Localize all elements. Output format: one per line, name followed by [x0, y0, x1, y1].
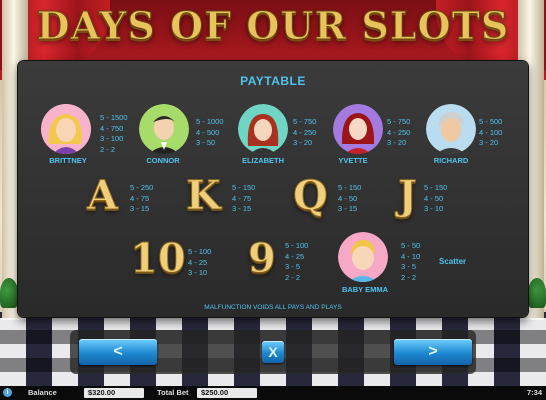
pay-line: 3 - 10 — [424, 204, 444, 213]
pay-line: 4 - 50 — [338, 193, 358, 203]
pay-line: 3 - 50 — [196, 138, 216, 147]
paytable-title: PAYTABLE — [240, 74, 306, 88]
pay-line: 4 - 10 — [401, 251, 421, 261]
balance-value: $320.00 — [84, 388, 144, 398]
k-pays: 5 - 150 4 - 75 3 - 15 — [232, 183, 255, 215]
pay-line: 3 - 100 — [100, 134, 124, 143]
pay-line: 3 - 5 — [285, 262, 301, 271]
status-bar: i Balance $320.00 Total Bet $250.00 7:34 — [0, 386, 546, 400]
pay-line: 4 - 25 — [188, 257, 208, 267]
yvette-pays: 5 - 750 4 - 250 3 - 20 — [387, 117, 410, 149]
pay-line: 5 - 100 — [285, 241, 309, 250]
pay-line: 3 - 5 — [401, 262, 417, 271]
brittney-name: BRITTNEY — [49, 156, 87, 165]
pay-line: 5 - 500 — [479, 117, 503, 126]
close-paytable-button[interactable]: X — [262, 341, 284, 363]
symbol-k: K — [186, 172, 222, 219]
baby-emma-name: BABY EMMA — [341, 285, 389, 294]
pay-line: 5 - 150 — [232, 183, 256, 192]
symbol-9: 9 — [248, 235, 277, 282]
yvette-name: YVETTE — [338, 156, 368, 165]
pay-line: 3 - 20 — [387, 138, 407, 147]
scatter-label: Scatter — [439, 257, 467, 266]
symbol-j: J — [398, 172, 418, 219]
pay-line: 2 - 2 — [100, 144, 116, 154]
next-page-button[interactable]: > — [394, 339, 472, 365]
elizabeth-pays: 5 - 750 4 - 250 3 - 20 — [293, 117, 316, 149]
symbol-q: Q — [293, 172, 329, 219]
a-pays: 5 - 250 4 - 75 3 - 15 — [130, 183, 153, 215]
symbol-a: A — [86, 172, 119, 219]
pay-line: 5 - 1500 — [100, 113, 128, 122]
game-logo-text: DAYS OF OUR SLOTS — [36, 3, 510, 49]
yvette-portrait — [333, 104, 383, 154]
brittney-pays: 5 - 1500 4 - 750 3 - 100 2 - 2 — [100, 113, 128, 155]
9-pays: 5 - 100 4 - 25 3 - 5 2 - 2 — [285, 241, 308, 283]
pay-line: 5 - 250 — [130, 183, 154, 192]
pay-line: 5 - 150 — [338, 183, 362, 192]
baby-emma-portrait — [338, 232, 388, 282]
pay-line: 4 - 250 — [387, 127, 411, 137]
pay-line: 3 - 15 — [338, 204, 358, 213]
baby-emma-pays: 5 - 50 4 - 10 3 - 5 2 - 2 — [401, 241, 420, 283]
pay-line: 5 - 750 — [387, 117, 411, 126]
pay-line: 4 - 100 — [479, 127, 503, 137]
pay-line: 5 - 100 — [188, 247, 212, 256]
pay-line: 4 - 750 — [100, 123, 124, 133]
q-pays: 5 - 150 4 - 50 3 - 15 — [338, 183, 361, 215]
pay-line: 5 - 1000 — [196, 117, 224, 126]
elizabeth-portrait — [238, 104, 288, 154]
pay-line: 2 - 2 — [285, 272, 301, 282]
10-pays: 5 - 100 4 - 25 3 - 10 — [188, 247, 211, 279]
pay-line: 4 - 250 — [293, 127, 317, 137]
brittney-portrait — [41, 104, 91, 154]
j-pays: 5 - 150 4 - 50 3 - 10 — [424, 183, 447, 215]
richard-pays: 5 - 500 4 - 100 3 - 20 — [479, 117, 502, 149]
connor-pays: 5 - 1000 4 - 500 3 - 50 — [196, 117, 224, 149]
game-logo: DAYS OF OUR SLOTS — [0, 3, 546, 49]
pay-line: 4 - 75 — [232, 193, 252, 203]
connor-portrait — [139, 104, 189, 154]
pay-line: 2 - 2 — [401, 272, 417, 282]
pay-line: 4 - 500 — [196, 127, 220, 137]
symbol-10: 10 — [130, 235, 187, 282]
pay-line: 5 - 150 — [424, 183, 448, 192]
pay-line: 3 - 20 — [479, 138, 499, 147]
balance-label: Balance — [28, 388, 57, 397]
previous-page-button[interactable]: < — [79, 339, 157, 365]
pay-line: 3 - 10 — [188, 268, 208, 277]
pay-line: 5 - 750 — [293, 117, 317, 126]
pay-line: 4 - 25 — [285, 251, 305, 261]
connor-name: CONNOR — [146, 156, 180, 165]
pay-line: 4 - 50 — [424, 193, 444, 203]
richard-portrait — [426, 104, 476, 154]
pay-line: 4 - 75 — [130, 193, 150, 203]
pay-line: 3 - 15 — [232, 204, 252, 213]
total-bet-value: $250.00 — [197, 388, 257, 398]
richard-name: RICHARD — [433, 156, 469, 165]
clock: 7:34 — [526, 388, 542, 397]
pay-line: 3 - 20 — [293, 138, 313, 147]
pay-line: 3 - 15 — [130, 204, 150, 213]
malfunction-disclaimer: MALFUNCTION VOIDS ALL PAYS AND PLAYS — [204, 304, 342, 311]
pay-line: 5 - 50 — [401, 241, 421, 250]
elizabeth-name: ELIZABETH — [241, 156, 285, 165]
total-bet-label: Total Bet — [157, 388, 189, 397]
info-icon[interactable]: i — [3, 388, 12, 397]
